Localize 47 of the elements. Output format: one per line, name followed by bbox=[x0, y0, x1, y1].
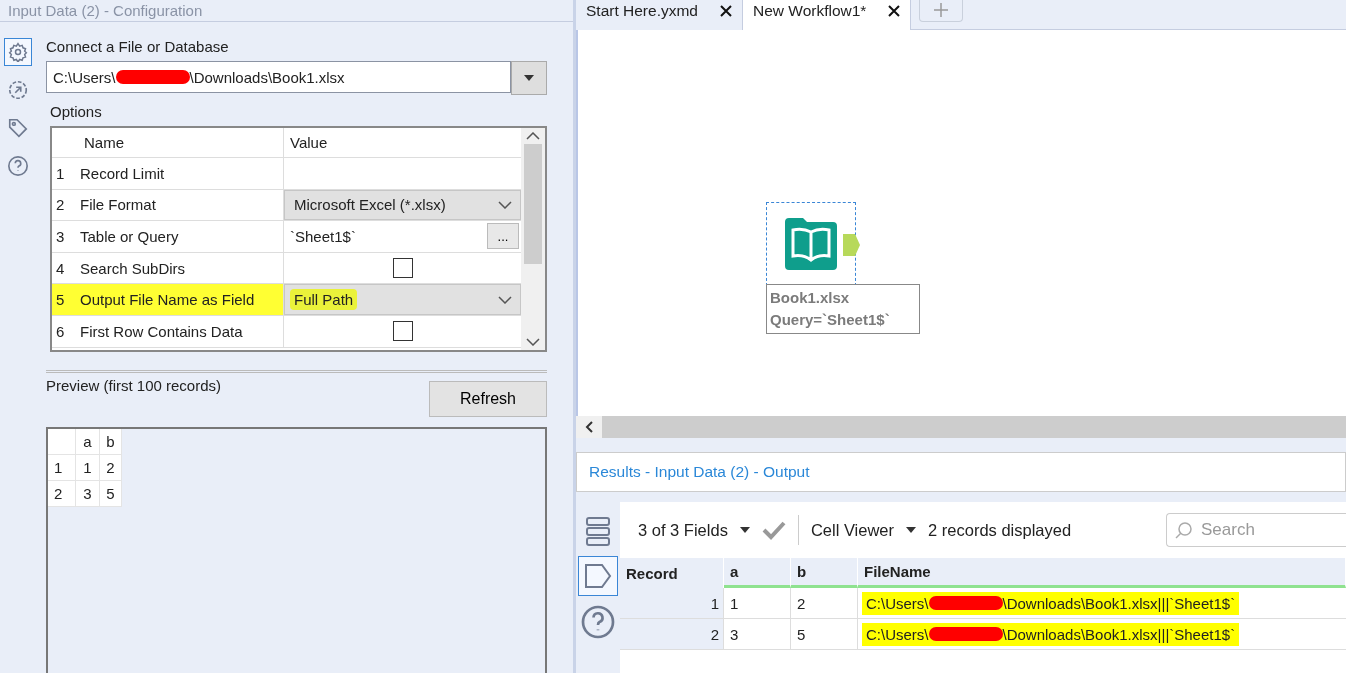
row-number: 1 bbox=[48, 455, 76, 481]
viewer-dropdown[interactable]: Cell Viewer bbox=[810, 520, 917, 540]
record-number: 1 bbox=[620, 588, 724, 619]
browse-button[interactable]: ... bbox=[487, 223, 519, 250]
table-cell: 3 bbox=[724, 619, 791, 650]
record-number: 2 bbox=[620, 619, 724, 650]
section-label: Connect a File or Database bbox=[46, 38, 230, 55]
section-label: Options bbox=[50, 103, 103, 120]
table-cell: 2 bbox=[791, 588, 858, 619]
row-number: 2 bbox=[48, 481, 76, 507]
option-row[interactable]: 2 File Format Microsoft Excel (*.xlsx) bbox=[52, 189, 521, 222]
column-header: Value bbox=[289, 133, 329, 153]
column-header: Record bbox=[620, 558, 724, 588]
value-dropdown[interactable]: Microsoft Excel (*.xlsx) bbox=[284, 189, 521, 221]
file-name-cell: C:\Users\ \Downloads\Book1.xlsx|||`Sheet1$` bbox=[866, 625, 1236, 643]
section-label: Preview (first 100 records) bbox=[46, 377, 222, 394]
table-cell: 3 bbox=[76, 481, 100, 507]
table-cell: 1 bbox=[76, 455, 100, 481]
workflow-tab[interactable]: New Workflow1* bbox=[743, 0, 912, 30]
column-header: b bbox=[791, 558, 858, 588]
table-cell: 5 bbox=[791, 619, 858, 650]
file-name-cell: C:\Users\ \Downloads\Book1.xlsx|||`Sheet1$` bbox=[866, 594, 1236, 612]
fields-dropdown[interactable]: 3 of 3 Fields bbox=[638, 520, 750, 540]
column-header: a bbox=[724, 558, 791, 588]
option-row[interactable]: 4 Search SubDirs bbox=[52, 252, 521, 285]
column-header: Name bbox=[78, 128, 284, 157]
search-field[interactable]: Search bbox=[1166, 513, 1346, 547]
table-cell: 5 bbox=[100, 481, 122, 507]
value-dropdown[interactable]: Full Path bbox=[284, 284, 521, 315]
file-path-text: C:\Users\ \Downloads\Book1.xlsx bbox=[53, 68, 345, 86]
table-cell: 2 bbox=[100, 455, 122, 481]
option-row[interactable]: 6 First Row Contains Data bbox=[52, 315, 521, 348]
panel-title: Input Data (2) - Configuration bbox=[8, 2, 203, 19]
table-cell: 1 bbox=[724, 588, 791, 619]
option-row[interactable]: 5 Output File Name as Field Full Path bbox=[52, 284, 521, 316]
option-row[interactable]: 3 Table or Query `Sheet1$` ... bbox=[52, 221, 521, 253]
record-count: 2 records displayed bbox=[928, 520, 1072, 540]
node-annotation: Book1.xlsx Query=`Sheet1$` bbox=[766, 284, 920, 334]
column-header: b bbox=[100, 429, 122, 455]
column-header: a bbox=[76, 429, 100, 455]
workflow-tab[interactable]: Start Here.yxmd bbox=[576, 0, 743, 30]
file-path-field[interactable]: C:\Users\ \Downloads\Book1.xlsx bbox=[46, 61, 511, 93]
option-row[interactable]: 1 Record Limit bbox=[52, 158, 521, 190]
query-field[interactable]: `Sheet1$` bbox=[284, 228, 487, 245]
column-header: FileName bbox=[858, 558, 1346, 588]
refresh-button[interactable]: Refresh bbox=[429, 381, 547, 417]
results-title: Results - Input Data (2) - Output bbox=[589, 463, 810, 481]
